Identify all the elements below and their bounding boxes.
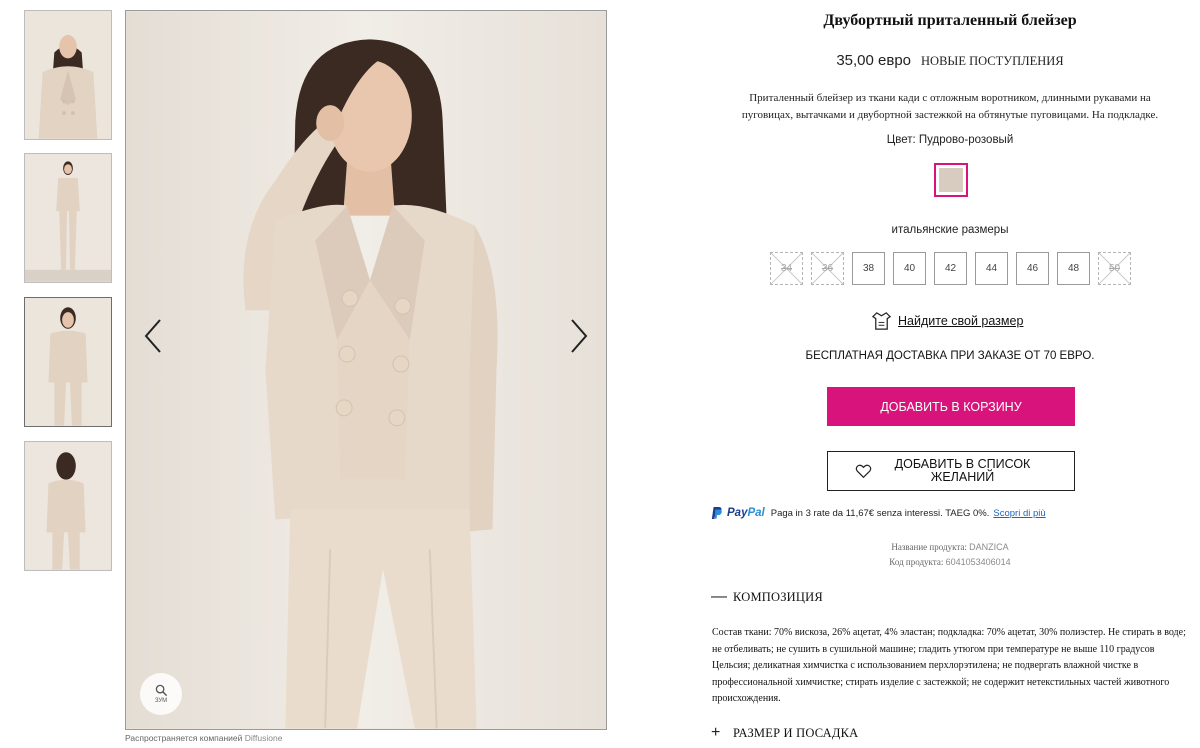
paypal-text: Paga in 3 rate da 11,67€ senza interessi… — [770, 507, 990, 519]
distributor-note: Распространяется компанией Diffusione — [125, 733, 282, 743]
expand-icon: + — [711, 724, 721, 741]
product-code-label: Код продукта: — [889, 557, 944, 567]
color-label: Цвет: Пудрово-розовый — [886, 134, 1014, 146]
thumbnail-photo — [25, 442, 111, 570]
thumbnail-photo — [25, 11, 111, 139]
size-label: 50 — [1108, 263, 1121, 274]
size-label: 40 — [903, 263, 916, 274]
product-name-label: Название продукта: — [891, 542, 967, 552]
size-fit-accordion-toggle[interactable]: + РАЗМЕР И ПОСАДКА — [711, 724, 858, 742]
thumbnail-photo — [25, 154, 111, 282]
product-meta: Название продукта: DANZICA Код продукта:… — [705, 540, 1195, 570]
product-code-value: 6041053406014 — [945, 557, 1011, 567]
paypal-installments: PayPal Paga in 3 rate da 11,67€ senza in… — [711, 506, 1046, 520]
size-label: 46 — [1026, 263, 1039, 274]
size-fit-heading: РАЗМЕР И ПОСАДКА — [733, 725, 859, 740]
zoom-button[interactable]: ЗУМ — [140, 673, 182, 715]
main-product-image[interactable]: ЗУМ — [125, 10, 607, 730]
free-shipping-note: БЕСПЛАТНАЯ ДОСТАВКА ПРИ ЗАКАЗЕ ОТ 70 ЕВР… — [805, 350, 1095, 362]
size-label: 36 — [821, 263, 834, 274]
product-name-value: DANZICA — [969, 542, 1009, 552]
swatch-fill — [939, 168, 963, 192]
thumbnail-2[interactable] — [24, 153, 112, 283]
prev-image-arrow-icon[interactable] — [138, 316, 168, 356]
find-size-label: Найдите свой размер — [898, 313, 1024, 328]
color-swatch[interactable] — [934, 163, 968, 197]
paypal-learn-more-link[interactable]: Scopri di più — [993, 508, 1045, 519]
size-option-44[interactable]: 44 — [975, 252, 1008, 285]
thumbnail-3[interactable] — [24, 297, 112, 427]
size-label: 34 — [780, 263, 793, 274]
size-option-48[interactable]: 48 — [1057, 252, 1090, 285]
size-option-50[interactable]: 50 — [1098, 252, 1131, 285]
thumbnail-4[interactable] — [24, 441, 112, 571]
size-option-36[interactable]: 36 — [811, 252, 844, 285]
new-arrivals-badge: НОВЫЕ ПОСТУПЛЕНИЯ — [921, 54, 1064, 68]
magnifier-icon — [155, 684, 167, 697]
product-description: Приталенный блейзер из ткани кади с отло… — [741, 92, 1159, 121]
size-option-46[interactable]: 46 — [1016, 252, 1049, 285]
size-label: 42 — [944, 263, 957, 274]
paypal-wordmark: PayPal — [727, 507, 765, 519]
size-label: 48 — [1067, 263, 1080, 274]
size-option-40[interactable]: 40 — [893, 252, 926, 285]
composition-accordion-toggle[interactable]: — КОМПОЗИЦИЯ — [711, 588, 823, 606]
add-to-wishlist-button[interactable]: ДОБАВИТЬ В СПИСОК ЖЕЛАНИЙ — [827, 451, 1075, 491]
product-price: 35,00 евро — [836, 52, 912, 69]
product-title: Двубортный приталенный блейзер — [823, 12, 1077, 29]
size-guide-icon — [871, 312, 892, 330]
distributor-name: Diffusione — [244, 733, 283, 743]
collapse-icon: — — [711, 588, 727, 605]
product-code-row: Код продукта: 6041053406014 — [705, 555, 1195, 570]
heart-icon — [855, 464, 871, 478]
size-option-34[interactable]: 34 — [770, 252, 803, 285]
thumbnail-photo — [25, 298, 111, 426]
find-size-link[interactable]: Найдите свой размер — [871, 310, 1023, 331]
size-option-42[interactable]: 42 — [934, 252, 967, 285]
size-label: 44 — [985, 263, 998, 274]
price-row: 35,00 евро НОВЫЕ ПОСТУПЛЕНИЯ — [705, 52, 1195, 70]
product-photo — [126, 11, 606, 729]
next-image-arrow-icon[interactable] — [564, 316, 594, 356]
wishlist-label: ДОБАВИТЬ В СПИСОК ЖЕЛАНИЙ — [894, 457, 1031, 484]
thumbnail-1[interactable] — [24, 10, 112, 140]
size-label: 38 — [862, 263, 875, 274]
composition-heading: КОМПОЗИЦИЯ — [733, 589, 823, 604]
product-name-row: Название продукта: DANZICA — [705, 540, 1195, 555]
composition-text: Состав ткани: 70% вискоза, 26% ацетат, 4… — [712, 627, 1186, 704]
zoom-label: ЗУМ — [154, 698, 168, 704]
paypal-logo-icon — [711, 507, 722, 519]
size-option-38[interactable]: 38 — [852, 252, 885, 285]
sizes-label: итальянские размеры — [891, 224, 1009, 236]
add-to-cart-button[interactable]: ДОБАВИТЬ В КОРЗИНУ — [827, 387, 1075, 426]
distributor-prefix: Распространяется компанией — [125, 733, 243, 743]
